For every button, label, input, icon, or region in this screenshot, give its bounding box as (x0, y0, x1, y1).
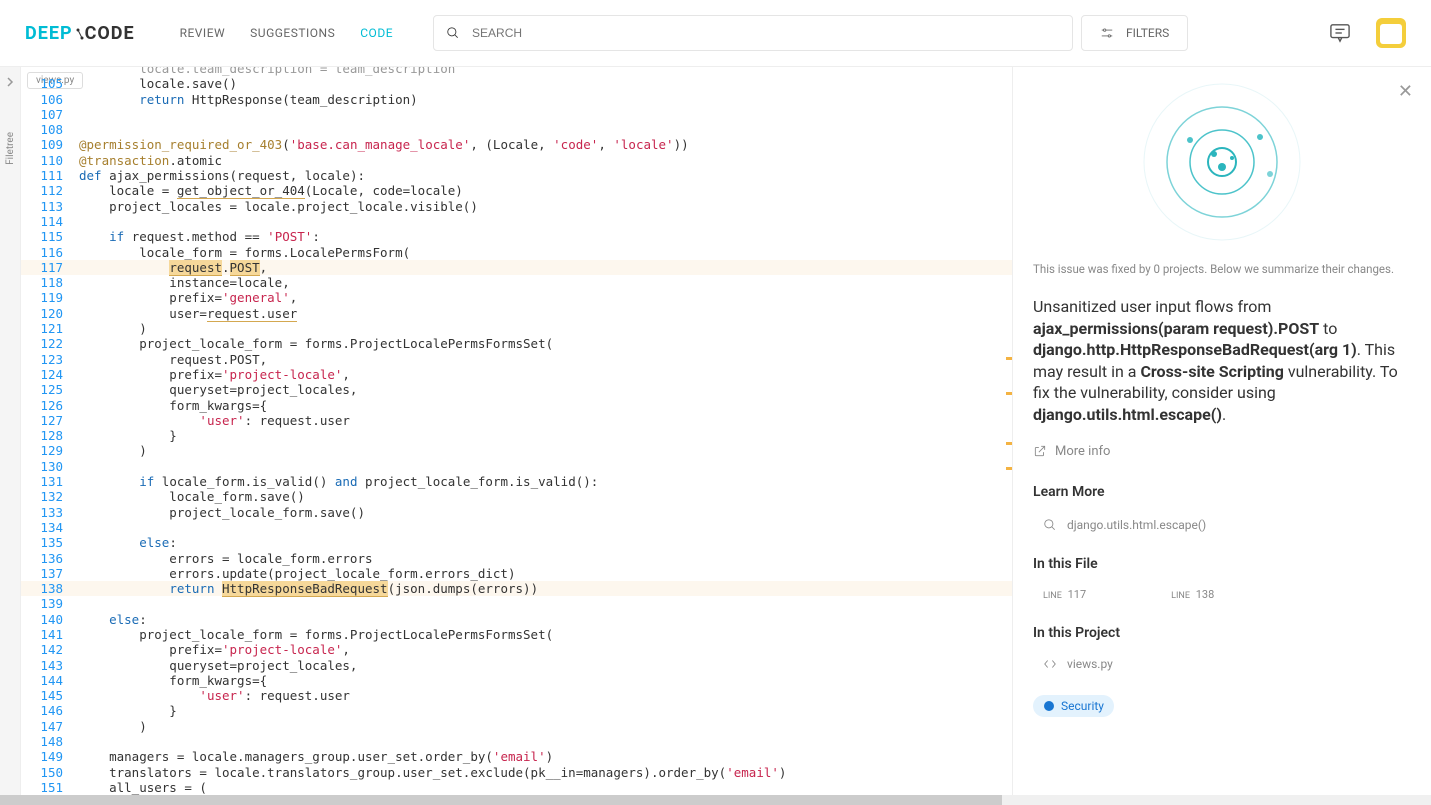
code-line[interactable]: 107 (21, 107, 1012, 122)
code-line[interactable]: 133 project_locale_form.save() (21, 505, 1012, 520)
globe-icon (1043, 700, 1055, 712)
code-line[interactable]: 126 form_kwargs={ (21, 398, 1012, 413)
avatar[interactable] (1376, 18, 1406, 48)
code-line[interactable]: 140 else: (21, 612, 1012, 627)
code-line[interactable]: 114 (21, 214, 1012, 229)
filters-button[interactable]: FILTERS (1081, 15, 1188, 51)
tab-code[interactable]: CODE (360, 26, 393, 40)
project-file-item[interactable]: views.py (1033, 653, 1411, 675)
issue-description: Unsanitized user input flows from ajax_p… (1033, 296, 1411, 426)
sliders-icon (1100, 26, 1114, 40)
code-line[interactable]: 148 (21, 734, 1012, 749)
code-line[interactable]: 108 (21, 122, 1012, 137)
search-icon (446, 26, 460, 40)
code-line[interactable]: 138 return HttpResponseBadRequest(json.d… (21, 581, 1012, 596)
learn-item[interactable]: django.utils.html.escape() (1033, 512, 1411, 538)
code-line[interactable]: 143 queryset=project_locales, (21, 658, 1012, 673)
code-line[interactable]: 106 return HttpResponse(team_description… (21, 92, 1012, 107)
code-line[interactable]: 113 project_locales = locale.project_loc… (21, 199, 1012, 214)
code-line[interactable]: 123 request.POST, (21, 352, 1012, 367)
code-line[interactable]: 112 locale = get_object_or_404(Locale, c… (21, 183, 1012, 198)
code-line[interactable]: 125 queryset=project_locales, (21, 382, 1012, 397)
code-line[interactable]: 135 else: (21, 535, 1012, 550)
bullseye-graphic (1142, 82, 1302, 242)
tab-review[interactable]: REVIEW (180, 26, 226, 40)
expand-sidebar-button[interactable] (0, 72, 20, 92)
logo-code: CODE (75, 23, 135, 44)
nav-tabs: REVIEW SUGGESTIONS CODE (180, 26, 393, 40)
logo[interactable]: DEEP CODE (25, 23, 135, 44)
filters-label: FILTERS (1126, 26, 1169, 40)
code-line[interactable]: 109@permission_required_or_403('base.can… (21, 137, 1012, 152)
code-line[interactable]: 150 translators = locale.translators_gro… (21, 765, 1012, 780)
chevron-right-icon (5, 77, 15, 87)
logo-deep: DEEP (25, 23, 73, 44)
issue-panel: ✕ This issue was fixed by 0 projects. Be… (1012, 67, 1431, 805)
tab-suggestions[interactable]: SUGGESTIONS (250, 26, 335, 40)
header: DEEP CODE REVIEW SUGGESTIONS CODE FILTER… (0, 0, 1431, 67)
code-line[interactable]: 149 managers = locale.managers_group.use… (21, 749, 1012, 764)
code-viewport[interactable]: locale.team_description = team_descripti… (21, 67, 1012, 805)
fix-note: This issue was fixed by 0 projects. Belo… (1033, 262, 1411, 276)
security-badge[interactable]: Security (1033, 695, 1114, 717)
code-icon (1043, 657, 1057, 671)
learn-item-label: django.utils.html.escape() (1067, 518, 1206, 532)
security-badge-label: Security (1061, 699, 1104, 713)
line-ref-1[interactable]: LINE 117 (1043, 588, 1086, 601)
code-line[interactable]: 124 prefix='project-locale', (21, 367, 1012, 382)
code-line[interactable]: 111def ajax_permissions(request, locale)… (21, 168, 1012, 183)
search-box[interactable] (433, 15, 1073, 51)
learn-more-heading: Learn More (1033, 484, 1411, 500)
search-input[interactable] (472, 26, 1060, 40)
code-line[interactable]: 117 request.POST, (21, 260, 1012, 275)
line-refs: LINE 117 LINE 138 (1033, 584, 1411, 605)
code-line[interactable]: 142 prefix='project-locale', (21, 642, 1012, 657)
code-line[interactable]: 122 project_locale_form = forms.ProjectL… (21, 336, 1012, 351)
code-line[interactable]: 116 locale_form = forms.LocalePermsForm( (21, 245, 1012, 260)
code-line[interactable]: 139 (21, 596, 1012, 611)
code-line[interactable]: 115 if request.method == 'POST': (21, 229, 1012, 244)
code-line[interactable]: 151 all_users = ( (21, 780, 1012, 795)
main: Filetree views.py locale.team_descriptio… (0, 67, 1431, 805)
code-line[interactable]: 132 locale_form.save() (21, 489, 1012, 504)
code-line[interactable]: 147 ) (21, 719, 1012, 734)
code-line[interactable]: 130 (21, 459, 1012, 474)
code-line[interactable]: 128 } (21, 428, 1012, 443)
code-line[interactable]: 110@transaction.atomic (21, 153, 1012, 168)
code-line[interactable]: 145 'user': request.user (21, 688, 1012, 703)
search-icon (1043, 518, 1057, 532)
in-file-heading: In this File (1033, 556, 1411, 572)
horizontal-scrollbar[interactable] (0, 795, 1431, 805)
more-info-link[interactable]: More info (1033, 444, 1411, 459)
minimap[interactable] (1004, 347, 1012, 527)
project-file-label: views.py (1067, 657, 1113, 671)
in-project-heading: In this Project (1033, 625, 1411, 641)
code-line[interactable]: 137 errors.update(project_locale_form.er… (21, 566, 1012, 581)
code-line[interactable]: 127 'user': request.user (21, 413, 1012, 428)
filetree-label[interactable]: Filetree (5, 132, 16, 165)
code-line[interactable]: locale.team_description = team_descripti… (21, 67, 1012, 76)
more-info-label: More info (1055, 444, 1110, 459)
code-line[interactable]: 144 form_kwargs={ (21, 673, 1012, 688)
code-line[interactable]: 146 } (21, 703, 1012, 718)
code-line[interactable]: 129 ) (21, 443, 1012, 458)
header-right (1329, 18, 1406, 48)
close-panel-button[interactable]: ✕ (1398, 81, 1413, 102)
code-line[interactable]: 134 (21, 520, 1012, 535)
code-line[interactable]: 136 errors = locale_form.errors (21, 551, 1012, 566)
code-line[interactable]: 131 if locale_form.is_valid() and projec… (21, 474, 1012, 489)
code-line[interactable]: 119 prefix='general', (21, 290, 1012, 305)
code-line[interactable]: 118 instance=locale, (21, 275, 1012, 290)
sidebar-left: Filetree (0, 67, 21, 805)
line-ref-2[interactable]: LINE 138 (1171, 588, 1214, 601)
chat-icon[interactable] (1329, 23, 1351, 43)
code-line[interactable]: 120 user=request.user (21, 306, 1012, 321)
code-area: views.py locale.team_description = team_… (21, 67, 1012, 805)
external-link-icon (1033, 444, 1047, 458)
code-line[interactable]: 105 locale.save() (21, 76, 1012, 91)
code-line[interactable]: 121 ) (21, 321, 1012, 336)
code-line[interactable]: 141 project_locale_form = forms.ProjectL… (21, 627, 1012, 642)
